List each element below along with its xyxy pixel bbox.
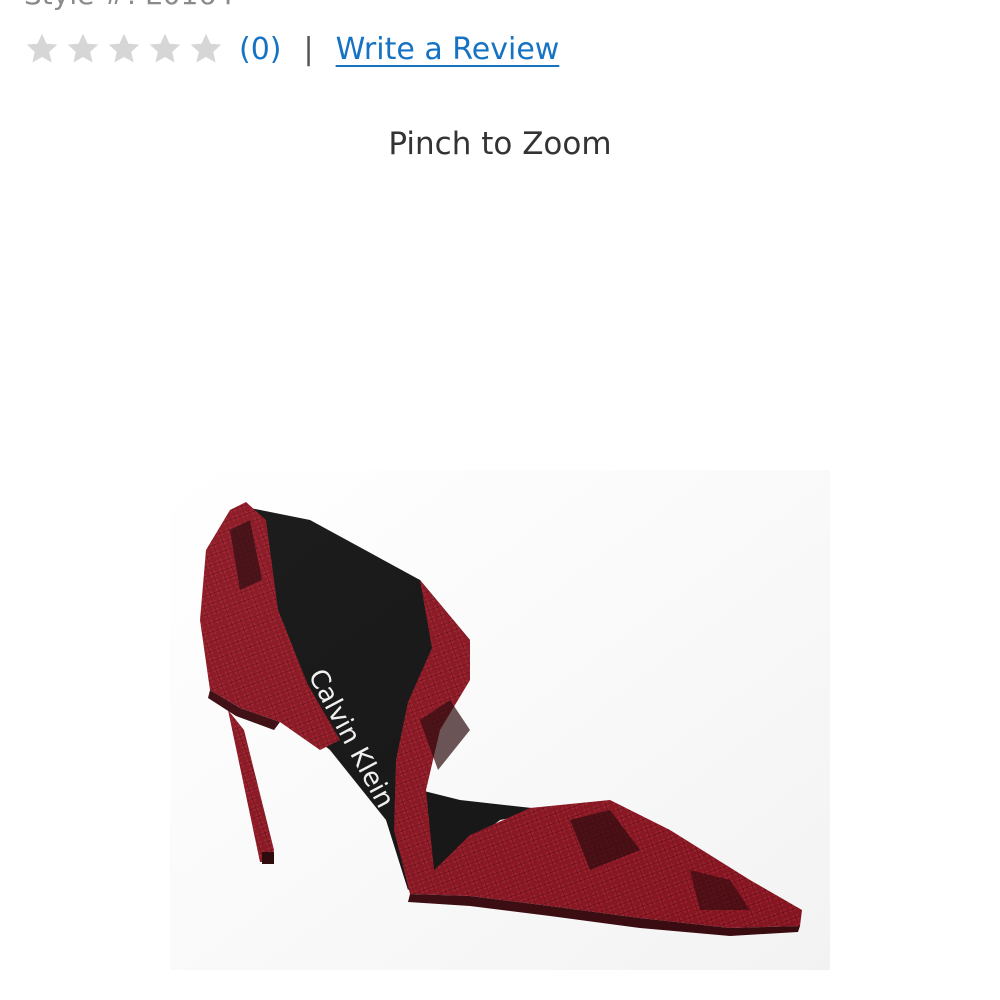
pinch-to-zoom-hint: Pinch to Zoom [388, 126, 612, 162]
star-icon [188, 31, 224, 67]
write-review-link[interactable]: Write a Review [336, 32, 560, 67]
star-icon [24, 31, 60, 67]
review-count-link[interactable]: (0) [239, 32, 282, 67]
star-icon [106, 31, 142, 67]
product-detail-page: Style #: E0164 (0) | Write a Review Pinc… [0, 0, 1000, 1000]
star-rating[interactable] [24, 31, 229, 67]
style-number: Style #: E0164 [24, 0, 234, 11]
divider: | [303, 31, 314, 67]
rating-row: (0) | Write a Review [24, 26, 559, 72]
shoe-illustration: Calvin Klein [170, 470, 830, 970]
product-image[interactable]: Calvin Klein [170, 470, 830, 970]
star-icon [65, 31, 101, 67]
star-icon [147, 31, 183, 67]
